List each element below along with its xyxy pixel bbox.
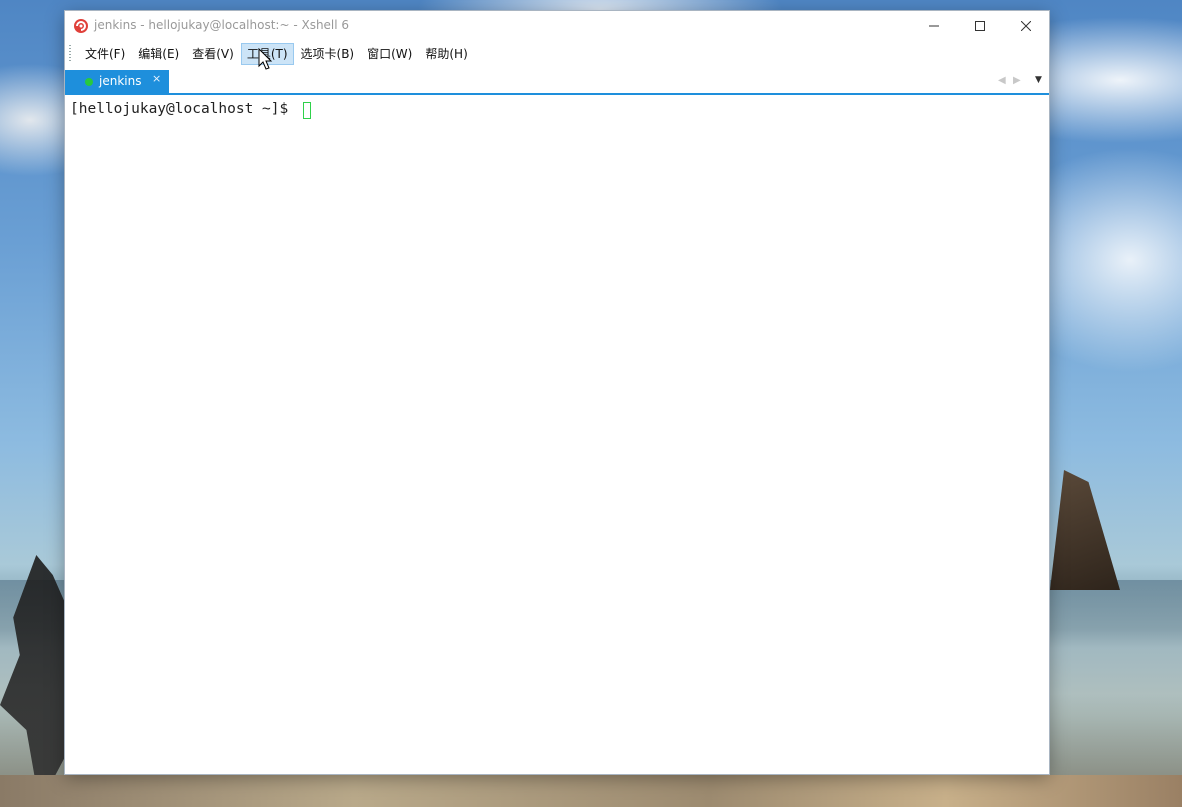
menu-view[interactable]: 查看(V) bbox=[186, 43, 240, 65]
tab-list-dropdown-icon[interactable]: ▼ bbox=[1035, 75, 1042, 85]
menu-help[interactable]: 帮助(H) bbox=[419, 43, 473, 65]
title-bar[interactable]: jenkins - hellojukay@localhost:~ - Xshel… bbox=[65, 11, 1049, 41]
window-title: jenkins - hellojukay@localhost:~ - Xshel… bbox=[94, 18, 350, 32]
minimize-icon bbox=[929, 25, 939, 27]
shell-prompt: [hellojukay@localhost ~]$ bbox=[70, 101, 297, 117]
connection-status-icon bbox=[85, 78, 93, 86]
xshell-logo-icon bbox=[74, 19, 88, 33]
tab-close-icon[interactable]: × bbox=[152, 72, 161, 85]
desktop-rock bbox=[1050, 470, 1120, 590]
tab-scroll-left-icon[interactable]: ◀ bbox=[998, 75, 1006, 86]
terminal-area[interactable]: [hellojukay@localhost ~]$ bbox=[65, 95, 1049, 774]
tab-label: jenkins bbox=[99, 74, 142, 88]
maximize-icon bbox=[975, 21, 985, 31]
menu-edit[interactable]: 编辑(E) bbox=[132, 43, 185, 65]
menu-file[interactable]: 文件(F) bbox=[79, 43, 131, 65]
tab-jenkins[interactable]: jenkins × bbox=[65, 70, 169, 93]
tab-scroll-right-icon[interactable]: ▶ bbox=[1013, 75, 1021, 86]
mouse-pointer-icon bbox=[258, 48, 273, 70]
tab-bar: jenkins × ◀ ▶ ▼ bbox=[65, 70, 1049, 93]
menu-window[interactable]: 窗口(W) bbox=[361, 43, 418, 65]
desktop-sand bbox=[0, 775, 1182, 807]
terminal-cursor bbox=[303, 102, 311, 119]
minimize-button[interactable] bbox=[911, 11, 957, 41]
xshell-window: jenkins - hellojukay@localhost:~ - Xshel… bbox=[65, 11, 1049, 774]
maximize-button[interactable] bbox=[957, 11, 1003, 41]
close-button[interactable] bbox=[1003, 11, 1049, 41]
toolbar-grip[interactable] bbox=[69, 45, 71, 63]
menu-items: 文件(F) 编辑(E) 查看(V) 工具(T) 选项卡(B) 窗口(W) 帮助(… bbox=[79, 43, 475, 65]
close-icon bbox=[1021, 21, 1031, 31]
menu-bar: 文件(F) 编辑(E) 查看(V) 工具(T) 选项卡(B) 窗口(W) 帮助(… bbox=[65, 41, 1049, 67]
menu-tabs[interactable]: 选项卡(B) bbox=[295, 43, 361, 65]
